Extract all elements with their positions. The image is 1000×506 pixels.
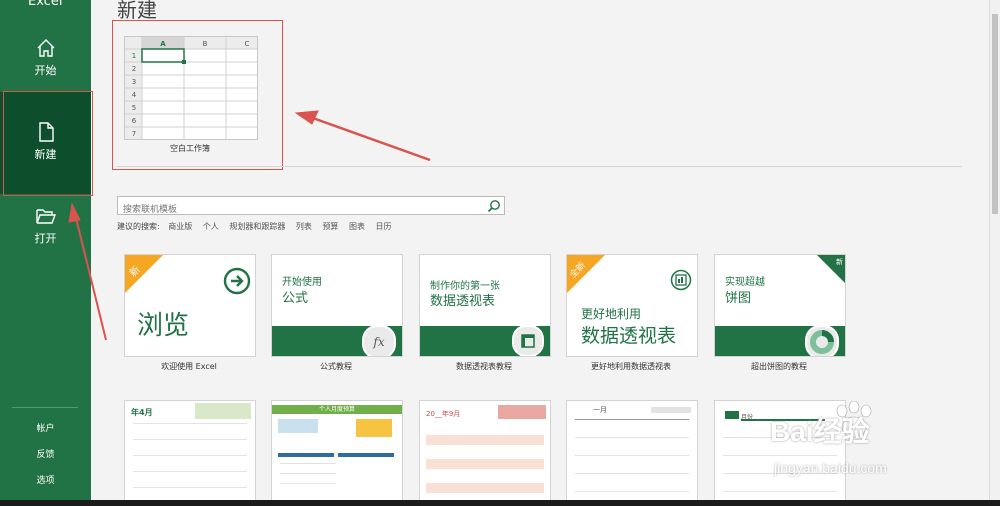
taskbar (0, 500, 1000, 506)
scrollbar-thumb[interactable] (992, 14, 998, 214)
annotation-arrow (68, 202, 107, 341)
watermark-main-text: Bai经验 (770, 416, 870, 447)
annotation-arrow (294, 110, 431, 162)
vertical-scrollbar[interactable] (989, 0, 1000, 506)
watermark-sub-text: jingyan.baidu.com (774, 460, 887, 476)
